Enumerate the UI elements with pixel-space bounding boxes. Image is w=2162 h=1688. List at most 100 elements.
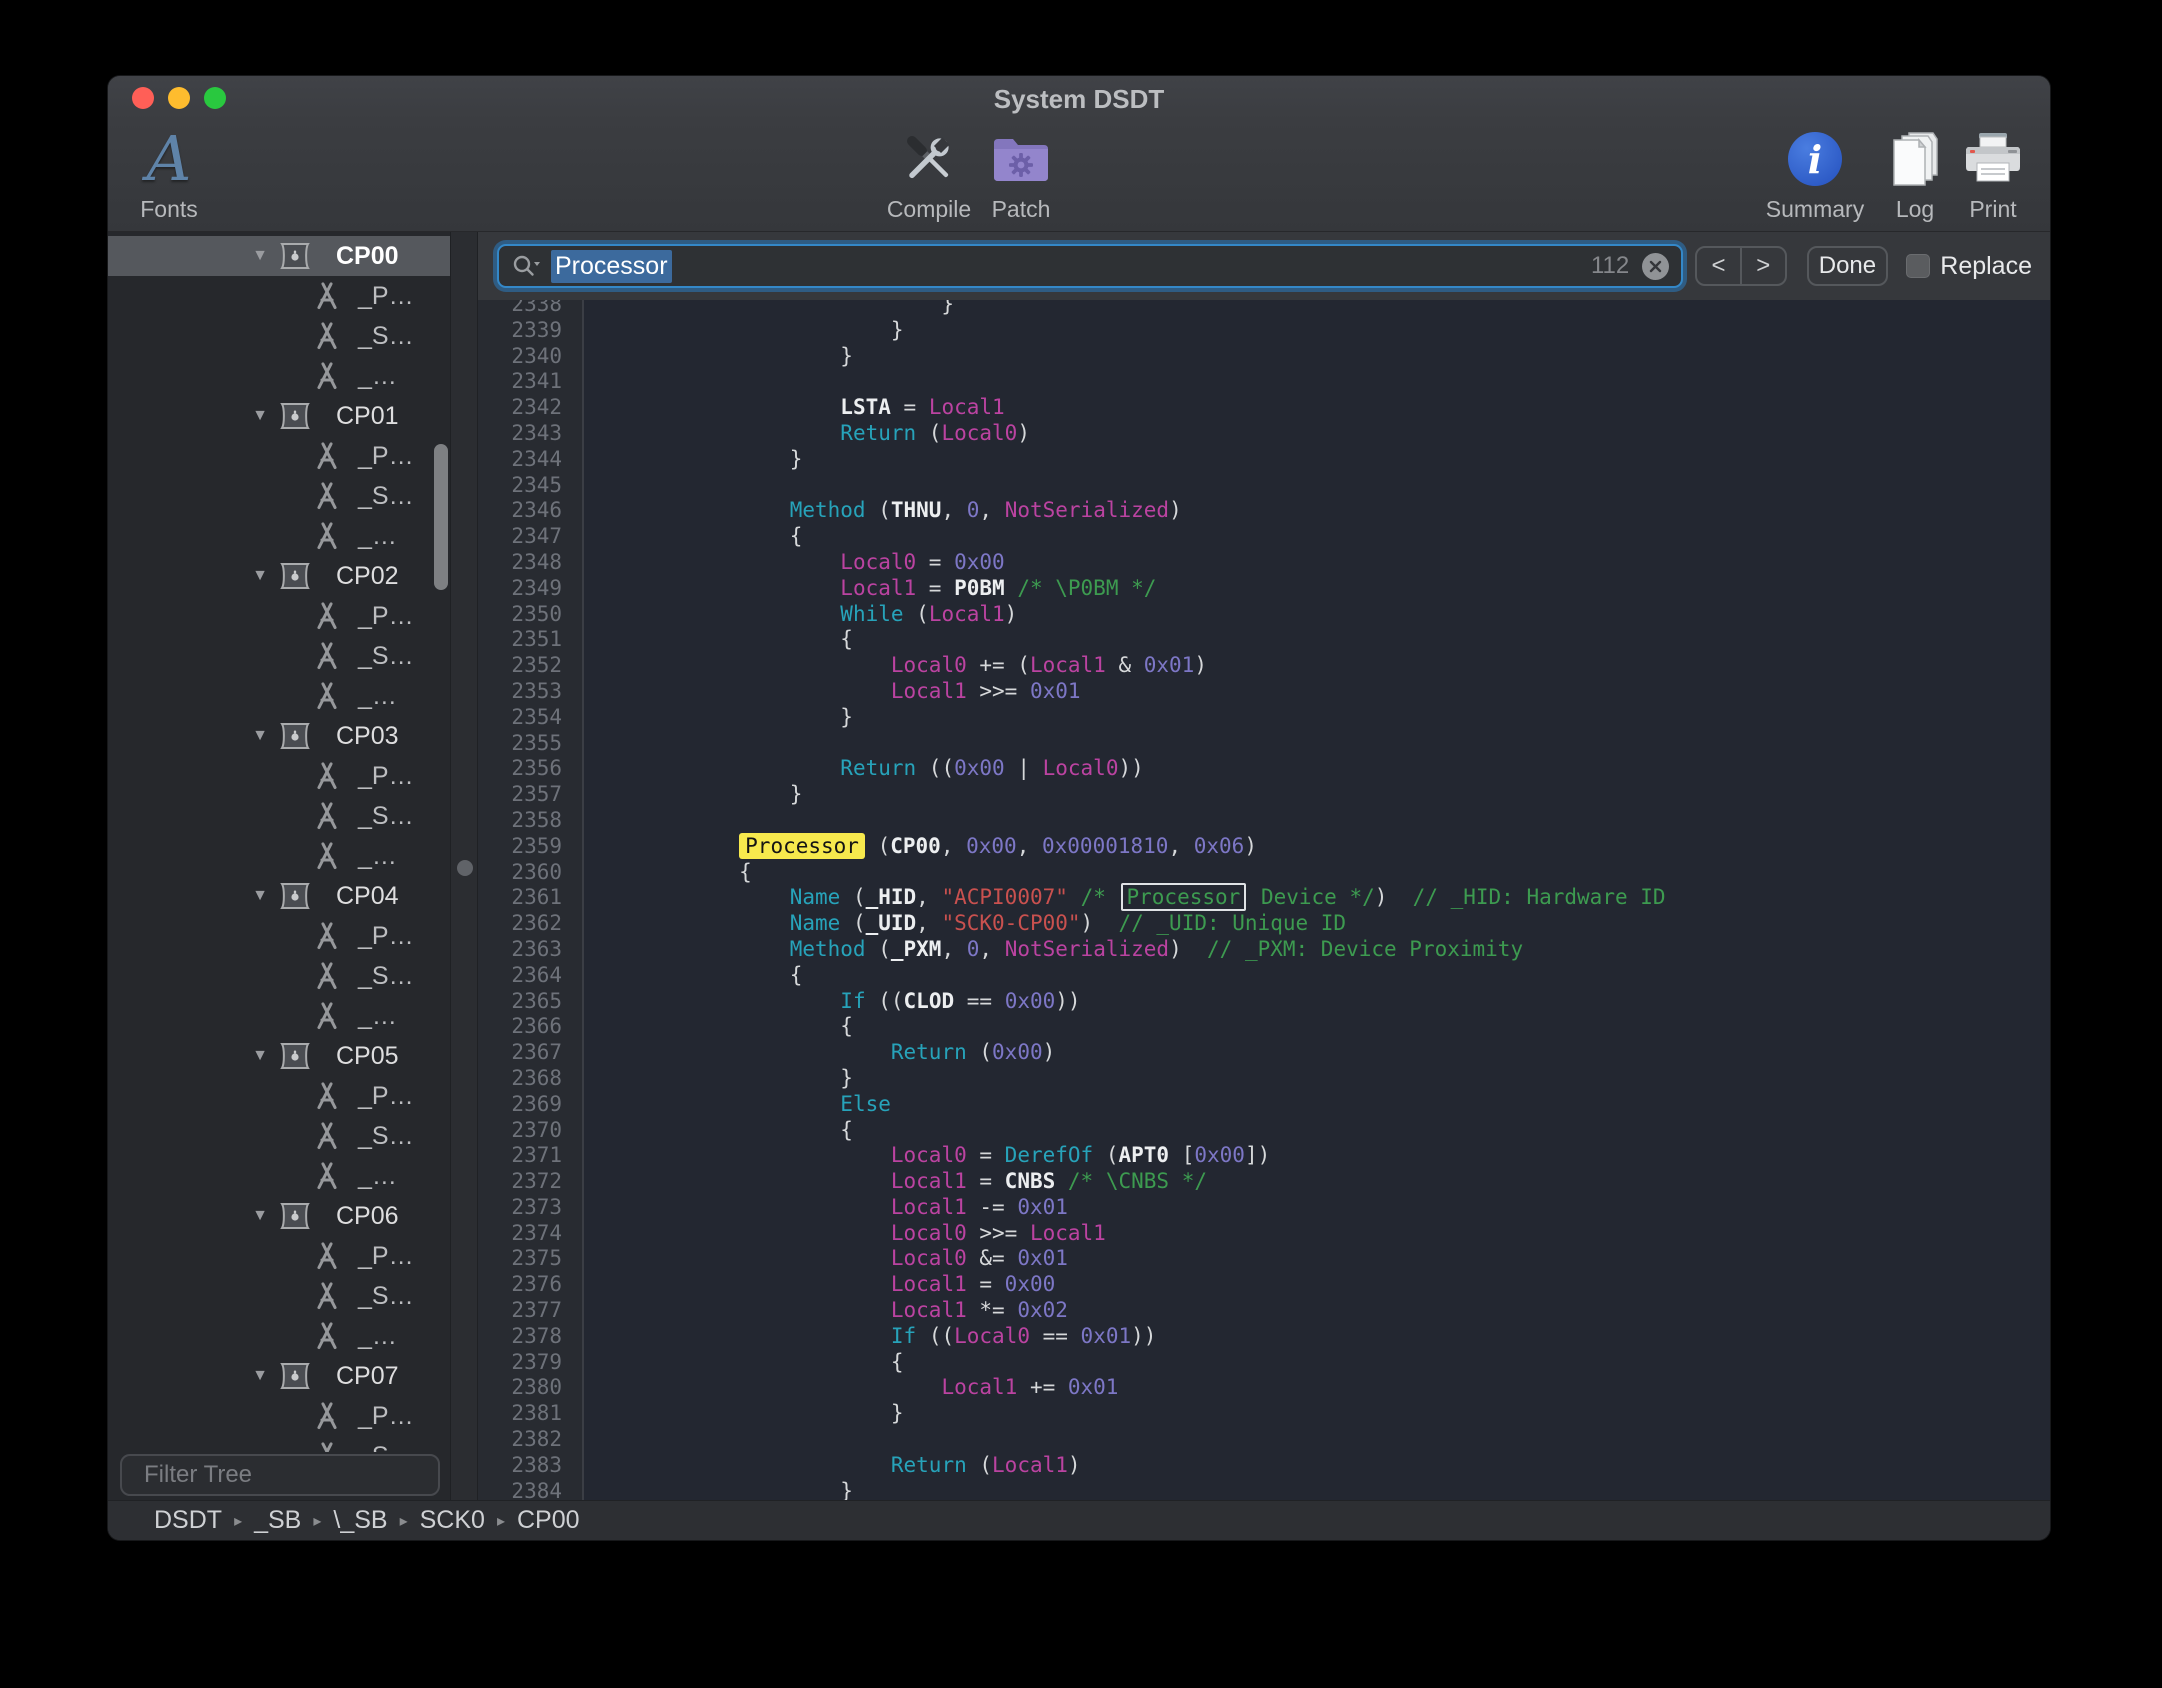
code-line[interactable]: 2341 — [478, 369, 2050, 395]
code-line[interactable]: 2357 } — [478, 782, 2050, 808]
splitter-handle-icon[interactable] — [457, 860, 473, 876]
code-line[interactable]: 2356 Return ((0x00 | Local0)) — [478, 756, 2050, 782]
code-line[interactable]: 2367 Return (0x00) — [478, 1040, 2050, 1066]
disclosure-triangle-icon[interactable]: ▼ — [248, 1367, 272, 1385]
code-line[interactable]: 2351 { — [478, 627, 2050, 653]
code-line[interactable]: 2378 If ((Local0 == 0x01)) — [478, 1324, 2050, 1350]
sidebar-group-row[interactable]: ▼ CP02 — [108, 556, 450, 596]
sidebar-child-row[interactable]: _… — [108, 996, 450, 1036]
sidebar-group-row[interactable]: ▼ CP06 — [108, 1196, 450, 1236]
sidebar-child-row[interactable]: _… — [108, 1156, 450, 1196]
sidebar-child-row[interactable]: _… — [108, 516, 450, 556]
code-line[interactable]: 2379 { — [478, 1350, 2050, 1376]
disclosure-triangle-icon[interactable]: ▼ — [248, 1047, 272, 1065]
sidebar-child-row[interactable]: _S… — [108, 316, 450, 356]
patch-button[interactable]: Patch — [966, 124, 1076, 228]
disclosure-triangle-icon[interactable]: ▼ — [248, 567, 272, 585]
code-line[interactable]: 2384 } — [478, 1479, 2050, 1500]
sidebar-group-row[interactable]: ▼ CP00 — [108, 236, 450, 276]
sidebar-child-row[interactable]: _… — [108, 836, 450, 876]
sidebar-scrollbar-thumb[interactable] — [434, 444, 448, 590]
code-line[interactable]: 2364 { — [478, 963, 2050, 989]
code-line[interactable]: 2383 Return (Local1) — [478, 1453, 2050, 1479]
sidebar-child-row[interactable]: _S… — [108, 1436, 450, 1452]
sidebar-child-row[interactable]: _P… — [108, 756, 450, 796]
sidebar-child-row[interactable]: _P… — [108, 1236, 450, 1276]
code-line[interactable]: 2363 Method (_PXM, 0, NotSerialized) // … — [478, 937, 2050, 963]
code-line[interactable]: 2349 Local1 = P0BM /* \P0BM */ — [478, 576, 2050, 602]
disclosure-triangle-icon[interactable]: ▼ — [248, 727, 272, 745]
sidebar-child-row[interactable]: _P… — [108, 1076, 450, 1116]
code-line[interactable]: 2353 Local1 >>= 0x01 — [478, 679, 2050, 705]
filter-tree-input[interactable] — [144, 1461, 450, 1489]
code-line[interactable]: 2359 Processor (CP00, 0x00, 0x00001810, … — [478, 834, 2050, 860]
code-line[interactable]: 2376 Local1 = 0x00 — [478, 1272, 2050, 1298]
code-line[interactable]: 2347 { — [478, 524, 2050, 550]
find-input[interactable]: Processor — [551, 250, 672, 283]
find-field[interactable]: Processor 112 — [497, 244, 1683, 288]
code-line[interactable]: 2374 Local0 >>= Local1 — [478, 1221, 2050, 1247]
code-line[interactable]: 2345 — [478, 473, 2050, 499]
filter-tree-field[interactable] — [120, 1454, 440, 1496]
breadcrumb-item[interactable]: DSDT — [154, 1506, 222, 1535]
sidebar-child-row[interactable]: _S… — [108, 956, 450, 996]
sidebar-child-row[interactable]: _… — [108, 1316, 450, 1356]
code-line[interactable]: 2346 Method (THNU, 0, NotSerialized) — [478, 498, 2050, 524]
code-line[interactable]: 2339 } — [478, 318, 2050, 344]
code-line[interactable]: 2358 — [478, 808, 2050, 834]
pane-splitter[interactable] — [450, 232, 478, 1500]
disclosure-triangle-icon[interactable]: ▼ — [248, 887, 272, 905]
code-line[interactable]: 2348 Local0 = 0x00 — [478, 550, 2050, 576]
code-line[interactable]: 2382 — [478, 1427, 2050, 1453]
code-line[interactable]: 2370 { — [478, 1118, 2050, 1144]
code-line[interactable]: 2377 Local1 *= 0x02 — [478, 1298, 2050, 1324]
code-line[interactable]: 2369 Else — [478, 1092, 2050, 1118]
search-menu-icon[interactable] — [511, 253, 541, 279]
sidebar-child-row[interactable]: _S… — [108, 1116, 450, 1156]
code-line[interactable]: 2362 Name (_UID, "SCK0-CP00") // _UID: U… — [478, 911, 2050, 937]
replace-checkbox[interactable] — [1906, 254, 1930, 278]
code-line[interactable]: 2361 Name (_HID, "ACPI0007" /* Processor… — [478, 885, 2050, 911]
disclosure-triangle-icon[interactable]: ▼ — [248, 407, 272, 425]
sidebar-child-row[interactable]: _S… — [108, 796, 450, 836]
sidebar-group-row[interactable]: ▼ CP04 — [108, 876, 450, 916]
code-line[interactable]: 2352 Local0 += (Local1 & 0x01) — [478, 653, 2050, 679]
breadcrumb-item[interactable]: SCK0 — [420, 1506, 485, 1535]
sidebar-child-row[interactable]: _P… — [108, 916, 450, 956]
summary-button[interactable]: i Summary — [1760, 124, 1870, 228]
disclosure-triangle-icon[interactable]: ▼ — [248, 247, 272, 265]
breadcrumb-item[interactable]: _SB — [254, 1506, 301, 1535]
code-line[interactable]: 2360 { — [478, 860, 2050, 886]
sidebar-child-row[interactable]: _P… — [108, 1396, 450, 1436]
sidebar-child-row[interactable]: _S… — [108, 476, 450, 516]
code-line[interactable]: 2340 } — [478, 344, 2050, 370]
code-line[interactable]: 2371 Local0 = DerefOf (APT0 [0x00]) — [478, 1143, 2050, 1169]
done-button[interactable]: Done — [1807, 246, 1889, 286]
find-next-button[interactable]: > — [1742, 248, 1785, 284]
disclosure-triangle-icon[interactable]: ▼ — [248, 1207, 272, 1225]
code-line[interactable]: 2373 Local1 -= 0x01 — [478, 1195, 2050, 1221]
sidebar-child-row[interactable]: _P… — [108, 276, 450, 316]
sidebar-group-row[interactable]: ▼ CP03 — [108, 716, 450, 756]
code-line[interactable]: 2368 } — [478, 1066, 2050, 1092]
code-line[interactable]: 2381 } — [478, 1401, 2050, 1427]
code-line[interactable]: 2338 } — [478, 300, 2050, 318]
breadcrumb-item[interactable]: \_SB — [333, 1506, 387, 1535]
sidebar-group-row[interactable]: ▼ CP07 — [108, 1356, 450, 1396]
code-line[interactable]: 2365 If ((CLOD == 0x00)) — [478, 989, 2050, 1015]
find-previous-button[interactable]: < — [1697, 248, 1742, 284]
code-line[interactable]: 2380 Local1 += 0x01 — [478, 1375, 2050, 1401]
code-line[interactable]: 2354 } — [478, 705, 2050, 731]
sidebar-child-row[interactable]: _… — [108, 676, 450, 716]
sidebar-child-row[interactable]: _P… — [108, 436, 450, 476]
code-line[interactable]: 2344 } — [478, 447, 2050, 473]
breadcrumb-item[interactable]: CP00 — [517, 1506, 580, 1535]
code-line[interactable]: 2350 While (Local1) — [478, 602, 2050, 628]
sidebar-group-row[interactable]: ▼ CP05 — [108, 1036, 450, 1076]
code-line[interactable]: 2372 Local1 = CNBS /* \CNBS */ — [478, 1169, 2050, 1195]
code-line[interactable]: 2342 LSTA = Local1 — [478, 395, 2050, 421]
sidebar-child-row[interactable]: _S… — [108, 636, 450, 676]
code-line[interactable]: 2343 Return (Local0) — [478, 421, 2050, 447]
fonts-button[interactable]: A Fonts — [114, 124, 224, 228]
code-editor[interactable]: 2338 }2339 }2340 }23412342 LSTA = Local1… — [478, 300, 2050, 1500]
